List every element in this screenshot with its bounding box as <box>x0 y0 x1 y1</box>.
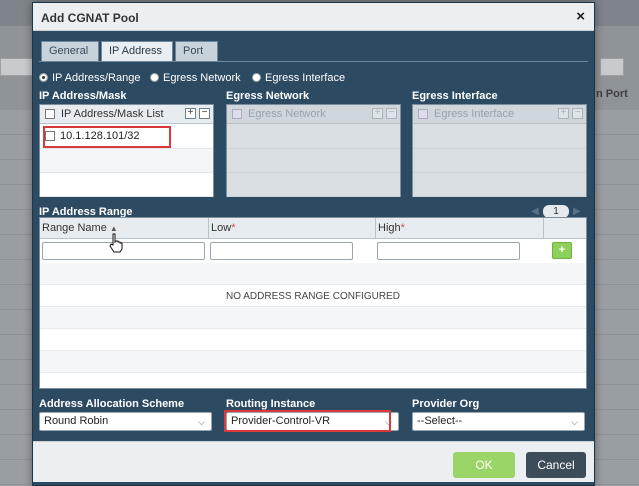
column-label: Range Name <box>42 222 107 234</box>
ip-mask-list-header-label: IP Address/Mask List <box>61 108 164 120</box>
required-marker: * <box>231 222 236 234</box>
column-label: Low <box>211 222 232 234</box>
radio-selected-icon <box>39 73 48 82</box>
ok-button[interactable]: OK <box>453 452 515 478</box>
background-column-header: n Port <box>596 88 628 100</box>
select-all-checkbox <box>232 109 242 119</box>
highlight-box <box>224 410 391 432</box>
column-range-name[interactable]: Range Name ▲ <box>40 218 209 239</box>
close-icon[interactable]: × <box>576 8 585 25</box>
remove-icon[interactable]: − <box>199 108 210 119</box>
provider-org-label: Provider Org <box>412 398 480 410</box>
egress-interface-list-header-label: Egress Interface <box>434 108 515 120</box>
low-input[interactable] <box>210 242 353 260</box>
list-item <box>413 125 586 149</box>
list-item <box>40 173 213 197</box>
ip-mask-list: IP Address/Mask List + − 10.1.128.101/32 <box>39 104 214 197</box>
egress-network-section-label: Egress Network <box>226 90 310 102</box>
radio-unselected-icon <box>150 73 159 82</box>
allocation-scheme-select[interactable]: Round Robin ⌵ <box>39 412 212 431</box>
column-low: Low* <box>209 218 376 239</box>
radio-label: IP Address/Range <box>52 72 141 84</box>
column-label: High <box>378 222 401 234</box>
hand-cursor-icon <box>109 233 123 253</box>
cancel-button[interactable]: Cancel <box>526 452 586 478</box>
egress-network-list-header: Egress Network + − <box>227 105 400 124</box>
high-input[interactable] <box>377 242 520 260</box>
remove-icon: − <box>572 108 583 119</box>
chevron-down-icon: ⌵ <box>571 417 578 427</box>
column-high: High* <box>376 218 544 239</box>
table-row <box>40 351 586 373</box>
allocation-scheme-label: Address Allocation Scheme <box>39 398 185 410</box>
provider-org-value: --Select-- <box>417 415 463 427</box>
add-range-button[interactable]: + <box>552 242 572 259</box>
egress-interface-list-header: Egress Interface + − <box>413 105 586 124</box>
add-icon: + <box>558 108 569 119</box>
tab-port[interactable]: Port <box>175 41 218 61</box>
table-row <box>40 307 586 329</box>
dialog-footer: OK Cancel <box>33 441 594 482</box>
radio-ip-address-range[interactable]: IP Address/Range <box>39 72 140 84</box>
background-field <box>0 58 34 76</box>
list-item <box>227 173 400 197</box>
egress-interface-list: Egress Interface + − <box>412 104 587 197</box>
list-item <box>40 149 213 173</box>
add-icon[interactable]: + <box>185 108 196 119</box>
next-page-icon[interactable]: ▶ <box>573 206 581 217</box>
dialog-titlebar: Add CGNAT Pool × <box>33 3 594 31</box>
ip-mask-section-label: IP Address/Mask <box>39 90 127 102</box>
required-marker: * <box>400 222 405 234</box>
table-row <box>40 263 586 285</box>
provider-org-select[interactable]: --Select-- ⌵ <box>412 412 585 431</box>
select-all-checkbox <box>418 109 428 119</box>
dialog-title: Add CGNAT Pool <box>41 11 139 25</box>
routing-instance-label: Routing Instance <box>226 398 316 410</box>
allocation-scheme-value: Round Robin <box>44 415 109 427</box>
highlight-box <box>43 126 171 148</box>
background-field-right <box>600 58 624 76</box>
list-item <box>227 125 400 149</box>
table-row <box>40 329 586 351</box>
egress-network-list-header-label: Egress Network <box>248 108 326 120</box>
add-icon: + <box>372 108 383 119</box>
list-item <box>413 173 586 197</box>
tab-general[interactable]: General <box>41 41 99 61</box>
radio-label: Egress Network <box>163 72 241 84</box>
radio-egress-network[interactable]: Egress Network <box>150 72 241 84</box>
chevron-down-icon: ⌵ <box>198 417 205 427</box>
prev-page-icon[interactable]: ◀ <box>531 206 539 217</box>
radio-label: Egress Interface <box>265 72 346 84</box>
select-all-checkbox[interactable] <box>45 109 55 119</box>
remove-icon: − <box>386 108 397 119</box>
ip-mask-list-header: IP Address/Mask List + − <box>40 105 213 124</box>
radio-egress-interface[interactable]: Egress Interface <box>252 72 345 84</box>
list-item <box>227 149 400 173</box>
tab-ip-address[interactable]: IP Address <box>101 41 173 61</box>
radio-unselected-icon <box>252 73 261 82</box>
empty-table-message: NO ADDRESS RANGE CONFIGURED <box>226 291 400 302</box>
egress-interface-section-label: Egress Interface <box>412 90 498 102</box>
egress-network-list: Egress Network + − <box>226 104 401 197</box>
list-item <box>413 149 586 173</box>
sort-icon[interactable]: ▲ <box>110 224 118 233</box>
